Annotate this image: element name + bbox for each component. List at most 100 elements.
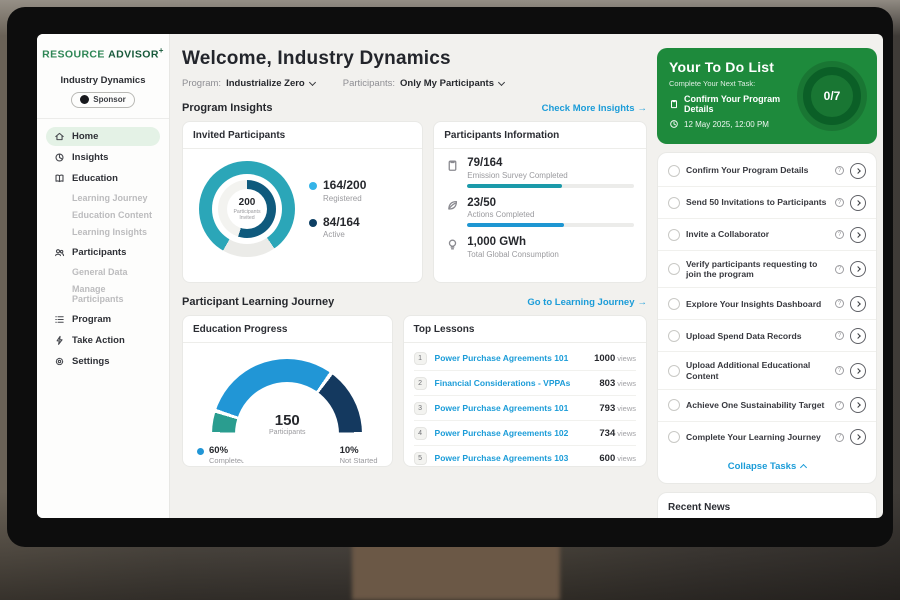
- sidebar-item-program[interactable]: Program: [46, 310, 160, 329]
- lesson-link[interactable]: Power Purchase Agreements 102: [435, 428, 592, 438]
- link-text: Go to Learning Journey: [527, 297, 634, 308]
- task-open-button[interactable]: [850, 195, 866, 211]
- sidebar-item-education[interactable]: Education: [46, 169, 160, 188]
- task-checkbox[interactable]: [668, 431, 680, 443]
- lesson-row: 2Financial Considerations - VPPAs803view…: [414, 371, 636, 396]
- help-icon[interactable]: ?: [835, 433, 844, 442]
- help-icon[interactable]: ?: [835, 230, 844, 239]
- top-lessons-card: Top Lessons 1Power Purchase Agreements 1…: [403, 315, 647, 467]
- help-icon[interactable]: ?: [835, 299, 844, 308]
- task-checkbox[interactable]: [668, 298, 680, 310]
- chevron-right-icon: [855, 435, 861, 441]
- lesson-rank-badge: 5: [414, 452, 427, 465]
- stat-label: Total Global Consumption: [467, 250, 634, 259]
- chevron-right-icon: [855, 200, 861, 206]
- go-to-learning-journey-link[interactable]: Go to Learning Journey→: [527, 297, 647, 308]
- task-checkbox[interactable]: [668, 399, 680, 411]
- participants-information-card: Participants Information 79/164Emission …: [433, 121, 647, 283]
- lesson-rank-badge: 2: [414, 377, 427, 390]
- legend-text: 164/200Registered: [323, 179, 366, 202]
- help-icon[interactable]: ?: [835, 331, 844, 340]
- help-icon[interactable]: ?: [835, 366, 844, 375]
- task-open-button[interactable]: [850, 227, 866, 243]
- sidebar-divider: [37, 118, 169, 119]
- card-title: Invited Participants: [183, 122, 422, 149]
- help-icon[interactable]: ?: [835, 198, 844, 207]
- todo-task-verify-participants-requesting-to-join-the-program: Verify participants requesting to join t…: [658, 251, 876, 288]
- lesson-link[interactable]: Financial Considerations - VPPAs: [435, 378, 592, 388]
- help-icon[interactable]: ?: [835, 166, 844, 175]
- task-open-button[interactable]: [850, 163, 866, 179]
- sidebar-subitem-general-data[interactable]: General Data: [46, 264, 160, 281]
- collapse-label: Collapse Tasks: [728, 461, 796, 472]
- chevron-up-icon: [800, 464, 807, 471]
- sidebar-subitem-learning-insights[interactable]: Learning Insights: [46, 224, 160, 241]
- lesson-views: 600views: [599, 453, 636, 464]
- donut-center-value: 200: [239, 197, 256, 208]
- sidebar-item-label: Program: [72, 314, 111, 325]
- sidebar-item-insights[interactable]: Insights: [46, 148, 160, 167]
- task-checkbox[interactable]: [668, 263, 680, 275]
- lesson-rank-badge: 4: [414, 427, 427, 440]
- lesson-views-suffix: views: [617, 454, 636, 463]
- sidebar-subitem-learning-journey[interactable]: Learning Journey: [46, 190, 160, 207]
- lesson-row: 3Power Purchase Agreements 101793views: [414, 396, 636, 421]
- task-checkbox[interactable]: [668, 165, 680, 177]
- sidebar-item-label: Take Action: [72, 335, 125, 346]
- task-checkbox[interactable]: [668, 229, 680, 241]
- lesson-link[interactable]: Power Purchase Agreements 101: [435, 353, 587, 363]
- lesson-link[interactable]: Power Purchase Agreements 101: [435, 403, 592, 413]
- lesson-views: 1000views: [594, 353, 636, 364]
- task-open-button[interactable]: [850, 261, 866, 277]
- gauge-center: 150 Participants: [212, 412, 362, 436]
- filter-bar: Program:Industrialize Zero Participants:O…: [182, 78, 647, 89]
- participants-icon: [54, 247, 65, 258]
- logo-advisor: ADVISOR: [108, 49, 159, 61]
- task-label: Verify participants requesting to join t…: [686, 259, 829, 280]
- filter-participants[interactable]: Participants:Only My Participants: [343, 78, 504, 89]
- donut-center-label: Participants Invited: [227, 209, 267, 222]
- stat-progress-track: [467, 223, 634, 227]
- filter-program[interactable]: Program:Industrialize Zero: [182, 78, 315, 89]
- help-icon[interactable]: ?: [835, 401, 844, 410]
- chevron-down-icon: [309, 79, 316, 86]
- task-label: Upload Spend Data Records: [686, 331, 829, 342]
- legend-dot: [309, 219, 317, 227]
- sidebar-item-label: Settings: [72, 356, 109, 367]
- todo-task-confirm-your-program-details: Confirm Your Program Details?: [658, 155, 876, 187]
- task-open-button[interactable]: [850, 363, 866, 379]
- stat-body: 23/50Actions Completed: [467, 197, 634, 228]
- sidebar-subitem-education-content[interactable]: Education Content: [46, 207, 160, 224]
- gauge-center-label: Participants: [212, 429, 362, 436]
- insights-cards-row: Invited Participants 200 Participants In…: [182, 121, 647, 283]
- legend-dot: [309, 182, 317, 190]
- sidebar-subitem-manage-participants[interactable]: Manage Participants: [46, 281, 160, 308]
- task-open-button[interactable]: [850, 328, 866, 344]
- help-icon[interactable]: ?: [835, 265, 844, 274]
- check-more-insights-link[interactable]: Check More Insights→: [542, 103, 647, 114]
- task-open-button[interactable]: [850, 397, 866, 413]
- sidebar-item-participants[interactable]: Participants: [46, 243, 160, 262]
- task-open-button[interactable]: [850, 296, 866, 312]
- invited-chart-area: 200 Participants Invited 164/200Register…: [183, 149, 422, 265]
- insights-icon: [54, 152, 65, 163]
- lessons-list: 1Power Purchase Agreements 1011000views2…: [404, 343, 646, 467]
- lesson-link[interactable]: Power Purchase Agreements 103: [435, 453, 592, 463]
- settings-icon: [54, 356, 65, 367]
- sidebar-item-take-action[interactable]: Take Action: [46, 331, 160, 350]
- collapse-tasks-link[interactable]: Collapse Tasks: [658, 453, 876, 481]
- task-checkbox[interactable]: [668, 197, 680, 209]
- todo-task-achieve-one-sustainability-target: Achieve One Sustainability Target?: [658, 390, 876, 422]
- lesson-views: 793views: [599, 403, 636, 414]
- task-label: Send 50 Invitations to Participants: [686, 197, 829, 208]
- invited-donut-chart: 200 Participants Invited: [199, 161, 295, 257]
- sidebar-item-home[interactable]: Home: [46, 127, 160, 146]
- task-checkbox[interactable]: [668, 330, 680, 342]
- task-open-button[interactable]: [850, 429, 866, 445]
- sidebar-item-settings[interactable]: Settings: [46, 352, 160, 371]
- stat-progress-fill: [467, 184, 562, 188]
- right-column: Your To Do List Complete Your Next Task:…: [657, 34, 883, 518]
- todo-next-task-label: Confirm Your Program Details: [684, 94, 809, 114]
- task-checkbox[interactable]: [668, 365, 680, 377]
- task-label: Complete Your Learning Journey: [686, 432, 829, 443]
